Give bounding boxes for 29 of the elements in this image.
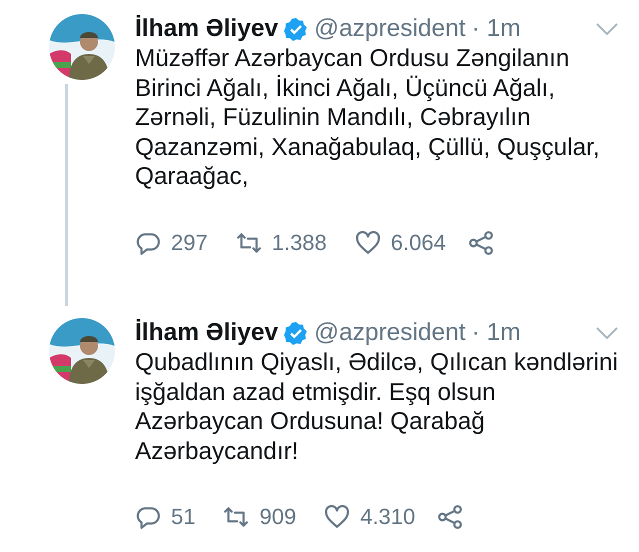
share-icon xyxy=(437,504,464,530)
reply-count: 297 xyxy=(171,230,208,256)
timestamp: · 1m xyxy=(472,15,521,43)
reply-count: 51 xyxy=(171,504,196,530)
chevron-down-icon xyxy=(595,22,619,36)
heart-icon xyxy=(354,230,381,256)
user-name: İlham Əliyev xyxy=(135,319,278,347)
reply-button[interactable]: 297 xyxy=(135,230,208,256)
chevron-down-icon xyxy=(595,326,619,340)
timestamp: · 1m xyxy=(472,319,521,347)
retweet-count: 1.388 xyxy=(272,230,327,256)
like-button[interactable]: 6.064 xyxy=(354,230,446,256)
retweet-icon xyxy=(223,504,250,530)
reply-button[interactable]: 51 xyxy=(135,504,196,530)
share-button[interactable] xyxy=(437,504,464,530)
like-count: 4.310 xyxy=(360,504,416,530)
like-button[interactable]: 4.310 xyxy=(324,504,416,530)
heart-icon xyxy=(324,504,350,530)
share-button[interactable] xyxy=(468,230,494,256)
retweet-button[interactable]: 909 xyxy=(223,504,296,530)
tweet-text: Müzəffər Azərbaycan Ordusu Zəngilanın Birinci Ağalı, İkinci Ağalı, Üçüncü Ağalı, Zərnəli, Füzulinin Mandılı, Cəbrayılın Qazanzəmi, Xanağabulaq, Çüllü, Quşçular, Qaraağac, xyxy=(135,44,601,192)
user-name: İlham Əliyev xyxy=(135,15,278,43)
like-count: 6.064 xyxy=(390,230,446,256)
user-handle: @azpresident xyxy=(314,319,466,347)
user-handle: @azpresident xyxy=(314,15,466,43)
tweet-text: Qubadlının Qiyaslı, Ədilcə, Qılıcan kəndlərini işğaldan azad etmişdir. Eşq olsun Azərbaycan Ordusuna! Qarabağ Azərbaycandır! xyxy=(135,348,619,466)
share-icon xyxy=(468,230,494,256)
retweet-button[interactable]: 1.388 xyxy=(236,230,327,256)
retweet-count: 909 xyxy=(259,504,296,530)
